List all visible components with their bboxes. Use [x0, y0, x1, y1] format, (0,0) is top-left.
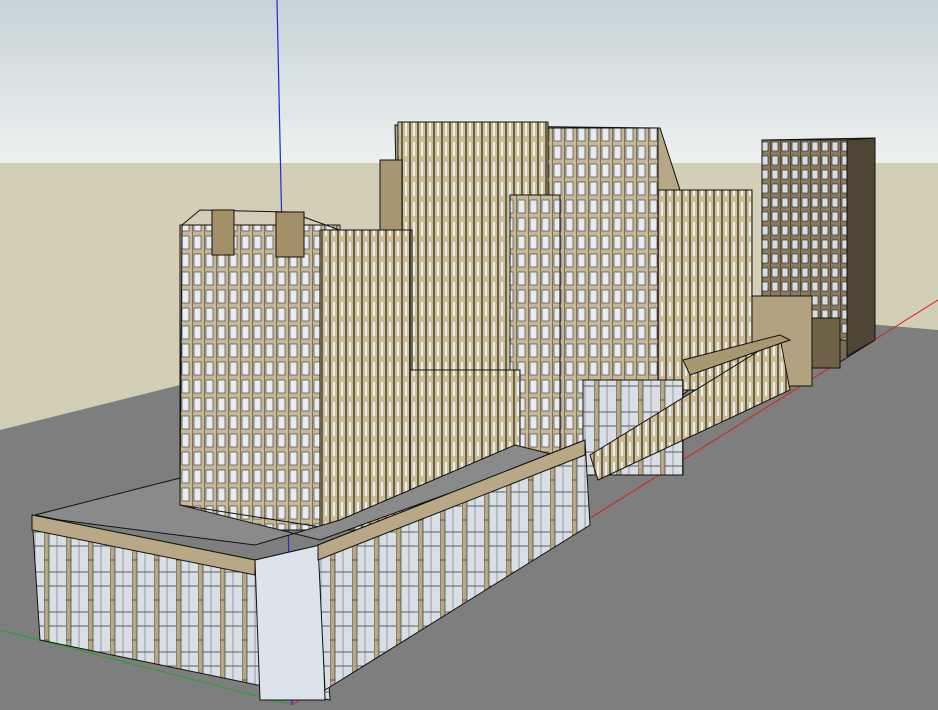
- 3d-viewport[interactable]: [0, 0, 938, 710]
- model-scene[interactable]: [0, 0, 938, 710]
